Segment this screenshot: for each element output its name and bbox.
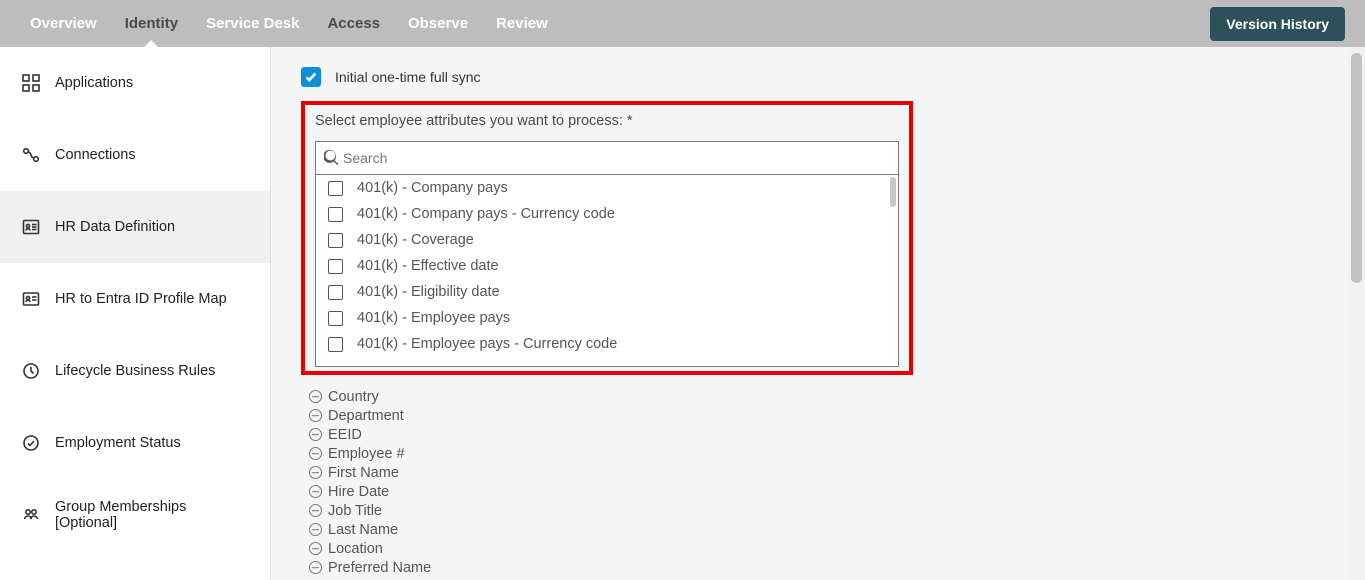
selected-attr-label: EEID <box>328 427 362 443</box>
tab-service-desk[interactable]: Service Desk <box>206 0 299 47</box>
selected-attr: Employee # <box>309 444 1335 463</box>
attr-option[interactable]: 401(k) - Effective date <box>316 253 898 279</box>
selected-attr: Last Name <box>309 520 1335 539</box>
attr-option-label: 401(k) - Eligibility date <box>357 284 500 300</box>
employment-status-icon <box>22 434 40 452</box>
connections-icon <box>22 146 40 164</box>
selected-attributes-list: Country Department EEID Employee # First… <box>309 387 1335 577</box>
nav-tabs: Overview Identity Service Desk Access Ob… <box>30 0 548 47</box>
selected-attr: EEID <box>309 425 1335 444</box>
tab-access[interactable]: Access <box>327 0 380 47</box>
sidebar-item-profile-map[interactable]: HR to Entra ID Profile Map <box>0 263 270 335</box>
sidebar-item-applications[interactable]: Applications <box>0 47 270 119</box>
checkbox-empty[interactable] <box>328 337 343 352</box>
apps-icon <box>22 74 40 92</box>
initial-sync-row: Initial one-time full sync <box>301 67 1335 87</box>
checkbox-empty[interactable] <box>328 259 343 274</box>
groups-icon <box>22 506 40 524</box>
selected-attr: Preferred Name <box>309 558 1335 577</box>
search-icon <box>324 149 343 168</box>
tab-overview[interactable]: Overview <box>30 0 97 47</box>
attr-option[interactable]: 401(k) - Coverage <box>316 227 898 253</box>
page-scrollbar-thumb[interactable] <box>1351 53 1362 283</box>
sidebar-item-label: HR to Entra ID Profile Map <box>55 291 227 307</box>
selected-attr: First Name <box>309 463 1335 482</box>
tab-identity[interactable]: Identity <box>125 0 178 47</box>
remove-icon[interactable] <box>309 504 322 517</box>
selected-attr-label: Preferred Name <box>328 560 431 576</box>
sidebar: Applications Connections HR Data Definit… <box>0 47 271 580</box>
version-history-button[interactable]: Version History <box>1210 7 1345 41</box>
sidebar-item-hr-data-definition[interactable]: HR Data Definition <box>0 191 270 263</box>
selected-attr: Location <box>309 539 1335 558</box>
selected-attr: Country <box>309 387 1335 406</box>
attr-option-label: 401(k) - Employee pays - Currency code <box>357 336 617 352</box>
attr-option-label: 401(k) - Company pays - Currency code <box>357 206 615 222</box>
attr-option-label: 401(k) - Employee pays <box>357 310 510 326</box>
selected-attr: Department <box>309 406 1335 425</box>
selected-attr-label: Country <box>328 389 379 405</box>
attr-option[interactable]: 401(k) - Employee pays - Currency code <box>316 331 898 357</box>
profile-map-icon <box>22 290 40 308</box>
hr-data-icon <box>22 218 40 236</box>
attr-option-label: 401(k) - Company pays <box>357 180 508 196</box>
sidebar-item-connections[interactable]: Connections <box>0 119 270 191</box>
remove-icon[interactable] <box>309 485 322 498</box>
checkbox-empty[interactable] <box>328 181 343 196</box>
attr-option[interactable]: 401(k) - Company pays <box>316 175 898 201</box>
remove-icon[interactable] <box>309 561 322 574</box>
sidebar-item-label: Group Memberships [Optional] <box>55 499 248 531</box>
remove-icon[interactable] <box>309 466 322 479</box>
attribute-selector-highlight: Select employee attributes you want to p… <box>301 101 913 375</box>
initial-sync-checkbox[interactable] <box>301 67 321 87</box>
attribute-search[interactable] <box>315 141 899 175</box>
attr-option[interactable]: 401(k) - Eligibility date <box>316 279 898 305</box>
initial-sync-label: Initial one-time full sync <box>335 69 481 85</box>
remove-icon[interactable] <box>309 409 322 422</box>
main-content: Initial one-time full sync Select employ… <box>271 47 1365 580</box>
sidebar-item-lifecycle-rules[interactable]: Lifecycle Business Rules <box>0 335 270 407</box>
checkbox-empty[interactable] <box>328 311 343 326</box>
sidebar-item-label: Connections <box>55 147 136 163</box>
selected-attr: Hire Date <box>309 482 1335 501</box>
remove-icon[interactable] <box>309 390 322 403</box>
top-nav: Overview Identity Service Desk Access Ob… <box>0 0 1365 47</box>
remove-icon[interactable] <box>309 523 322 536</box>
checkbox-empty[interactable] <box>328 207 343 222</box>
checkbox-empty[interactable] <box>328 233 343 248</box>
selected-attr-label: First Name <box>328 465 399 481</box>
sidebar-item-label: Employment Status <box>55 435 181 451</box>
attribute-search-input[interactable] <box>343 150 890 166</box>
selected-attr: Job Title <box>309 501 1335 520</box>
tab-review[interactable]: Review <box>496 0 548 47</box>
lifecycle-icon <box>22 362 40 380</box>
sidebar-item-label: HR Data Definition <box>55 219 175 235</box>
tab-observe[interactable]: Observe <box>408 0 468 47</box>
selected-attr-label: Location <box>328 541 383 557</box>
selected-attr-label: Department <box>328 408 404 424</box>
sidebar-item-label: Applications <box>55 75 133 91</box>
attr-option[interactable]: 401(k) - Employee pays <box>316 305 898 331</box>
attr-option[interactable]: 401(k) - Company pays - Currency code <box>316 201 898 227</box>
selected-attr-label: Job Title <box>328 503 382 519</box>
selected-attr-label: Hire Date <box>328 484 389 500</box>
sidebar-item-label: Lifecycle Business Rules <box>55 363 215 379</box>
attribute-options-list[interactable]: 401(k) - Company pays 401(k) - Company p… <box>315 175 899 367</box>
attribute-prompt: Select employee attributes you want to p… <box>315 113 899 129</box>
remove-icon[interactable] <box>309 542 322 555</box>
selected-attr-label: Last Name <box>328 522 398 538</box>
remove-icon[interactable] <box>309 447 322 460</box>
checkbox-empty[interactable] <box>328 285 343 300</box>
selected-attr-label: Employee # <box>328 446 405 462</box>
remove-icon[interactable] <box>309 428 322 441</box>
scrollbar-thumb[interactable] <box>890 177 896 207</box>
sidebar-item-employment-status[interactable]: Employment Status <box>0 407 270 479</box>
attr-option-label: 401(k) - Coverage <box>357 232 474 248</box>
attr-option-label: 401(k) - Effective date <box>357 258 499 274</box>
page-scrollbar[interactable] <box>1348 47 1365 580</box>
sidebar-item-group-memberships[interactable]: Group Memberships [Optional] <box>0 479 270 551</box>
